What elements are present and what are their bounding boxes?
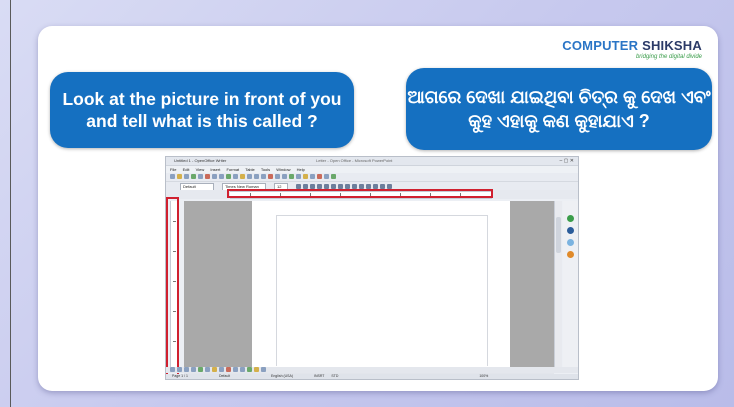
image-icon	[261, 367, 266, 372]
question-english-text: Look at the picture in front of you and …	[62, 89, 342, 131]
clone-icon	[261, 174, 266, 179]
menu-edit: Edit	[182, 167, 190, 172]
brand-name: COMPUTER SHIKSHA	[562, 38, 702, 53]
writer-standard-toolbar	[166, 173, 578, 182]
table-icon	[289, 174, 294, 179]
menu-window: Window	[276, 167, 291, 172]
status-mode: INSRT	[314, 374, 325, 378]
freeform-icon	[198, 367, 203, 372]
document-area	[184, 201, 554, 371]
navigator-sidebar-icon[interactable]	[567, 215, 574, 222]
menu-help: Help	[296, 167, 305, 172]
scrollbar-thumb[interactable]	[556, 217, 561, 253]
status-style: Default	[218, 374, 231, 378]
vertical-scrollbar[interactable]	[554, 201, 562, 371]
save-icon	[184, 174, 189, 179]
arrows-icon	[233, 367, 238, 372]
toolbar-icons	[170, 174, 336, 179]
menu-insert: Insert	[210, 167, 221, 172]
writer-window-title: Untitled 1 - OpenOffice Writer	[174, 158, 227, 163]
find-icon	[303, 174, 308, 179]
flowchart-icon	[240, 367, 245, 372]
edit-icon	[198, 174, 203, 179]
status-std: STD	[331, 374, 339, 378]
drawing-icons	[170, 367, 266, 372]
zoom-icon	[324, 174, 329, 179]
cut-icon	[240, 174, 245, 179]
new-icon	[170, 174, 175, 179]
status-zoom: 100%	[479, 374, 489, 378]
slide-panel: COMPUTER SHIKSHA bridging the digital di…	[38, 26, 718, 391]
show-draw-icon	[296, 174, 301, 179]
shapes-icon	[219, 367, 224, 372]
spellcheck-icon	[226, 174, 231, 179]
document-page[interactable]	[252, 201, 510, 371]
page-text-boundary	[276, 215, 488, 366]
ellipse-icon	[191, 367, 196, 372]
navigator-icon	[310, 174, 315, 179]
hyperlink-icon	[282, 174, 287, 179]
menu-format: Format	[226, 167, 240, 172]
writer-titlebar: Untitled 1 - OpenOffice Writer Letter - …	[166, 157, 578, 166]
text-icon	[205, 367, 210, 372]
brand-name-part2: SHIKSHA	[642, 38, 702, 53]
status-page: Page 1 / 1	[172, 374, 188, 378]
pdf-icon	[205, 174, 210, 179]
paste-icon	[254, 174, 259, 179]
gallery-sidebar-icon[interactable]	[567, 227, 574, 234]
question-odia-text: ଆଗରେ ଦେଖା ଯାଇଥିବା ଚିତ୍ର କୁ ଦେଖ ଏବଂ କୁହ ଏ…	[407, 87, 711, 131]
symbol-shapes-icon	[226, 367, 231, 372]
question-odia: ଆଗରେ ଦେଖା ଯାଇଥିବା ଚିତ୍ର କୁ ଦେଖ ଏବଂ କୁହ ଏ…	[406, 68, 712, 150]
copy-icon	[247, 174, 252, 179]
functions-sidebar-icon[interactable]	[567, 251, 574, 258]
vertical-ruler-highlight	[166, 197, 179, 377]
writer-sidebar	[563, 201, 578, 371]
brand-tagline: bridging the digital divide	[635, 54, 702, 60]
undo-icon	[268, 174, 273, 179]
drawing-toolbar	[166, 367, 578, 373]
line-icon	[177, 367, 182, 372]
writer-statusbar: Page 1 / 1 Default English (USA) INSRT S…	[166, 374, 578, 379]
question-english: Look at the picture in front of you and …	[50, 72, 354, 148]
menu-file: File	[170, 167, 177, 172]
brand-name-part1: COMPUTER	[562, 38, 639, 53]
writer-center-title: Letter - Open Office - Microsoft PowerPo…	[316, 158, 393, 163]
writer-screenshot: Untitled 1 - OpenOffice Writer Letter - …	[165, 156, 579, 380]
rectangle-icon	[184, 367, 189, 372]
brand-logo: COMPUTER SHIKSHA bridging the digital di…	[562, 38, 702, 60]
select-icon	[170, 367, 175, 372]
left-divider-line	[10, 0, 11, 407]
print-icon	[212, 174, 217, 179]
redo-icon	[275, 174, 280, 179]
stars-icon	[247, 367, 252, 372]
mail-icon	[191, 174, 196, 179]
properties-sidebar-icon[interactable]	[567, 239, 574, 246]
writer-menubar: File Edit View Insert Format Table Tools…	[166, 166, 578, 173]
fontwork-icon	[254, 367, 259, 372]
gallery-icon	[317, 174, 322, 179]
window-controls-icon: – ▢ ✕	[559, 158, 574, 164]
callout-icon	[212, 367, 217, 372]
open-icon	[177, 174, 182, 179]
horizontal-ruler-highlight	[227, 189, 493, 198]
preview-icon	[219, 174, 224, 179]
status-language: English (USA)	[271, 374, 294, 378]
help-icon	[331, 174, 336, 179]
menu-table: Table	[245, 167, 255, 172]
menu-view: View	[195, 167, 205, 172]
menu-tools: Tools	[260, 167, 271, 172]
autospell-icon	[233, 174, 238, 179]
